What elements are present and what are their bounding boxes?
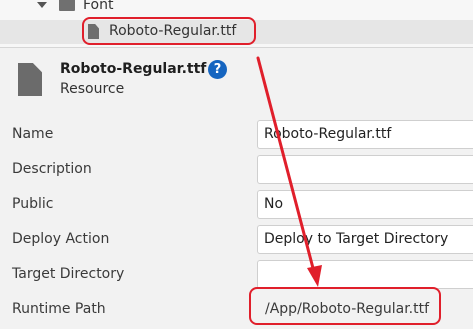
public-select[interactable]: No <box>257 190 473 219</box>
project-tree: Font Roboto-Regular.ttf <box>0 0 473 48</box>
annotation-highlight-tree-item <box>82 17 256 45</box>
property-row-public: Public No <box>0 188 473 220</box>
property-label: Name <box>12 126 54 142</box>
folder-icon <box>59 0 75 11</box>
property-label: Public <box>12 196 54 212</box>
help-icon[interactable]: ? <box>208 60 227 79</box>
property-row-name: Name Roboto-Regular.ttf <box>0 118 473 150</box>
property-row-description: Description <box>0 153 473 185</box>
properties-header: Roboto-Regular.ttf ? Resource <box>0 48 473 114</box>
annotation-highlight-runtime-path <box>249 287 441 325</box>
property-label: Description <box>12 161 92 177</box>
target-directory-field[interactable] <box>257 260 473 289</box>
description-field[interactable] <box>257 155 473 184</box>
file-icon <box>18 63 42 96</box>
tree-item-font-folder[interactable]: Font <box>0 0 473 18</box>
tree-item-label: Font <box>83 0 114 13</box>
deploy-action-select[interactable]: Deploy to Target Directory <box>257 225 473 254</box>
property-label: Runtime Path <box>12 301 106 317</box>
property-label: Target Directory <box>12 266 125 282</box>
property-row-deploy-action: Deploy Action Deploy to Target Directory <box>0 223 473 255</box>
chevron-down-icon[interactable] <box>37 2 47 8</box>
property-label: Deploy Action <box>12 231 110 247</box>
resource-type: Resource <box>60 81 125 97</box>
resource-title: Roboto-Regular.ttf <box>60 61 207 77</box>
name-field[interactable]: Roboto-Regular.ttf <box>257 120 473 149</box>
property-row-target-directory: Target Directory <box>0 258 473 290</box>
